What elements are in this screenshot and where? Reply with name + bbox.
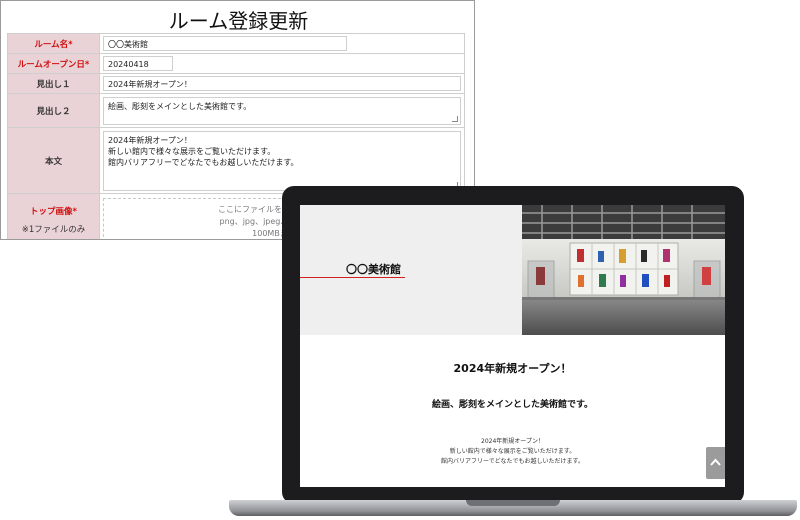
body-textarea[interactable]: 2024年新規オープン！ 新しい館内で様々な展示をご覧いただけます。 館内バリア… xyxy=(103,130,461,191)
hero-gallery-photo xyxy=(522,205,725,335)
heading1-label: 見出し１ xyxy=(7,73,100,94)
top-image-note: ※1ファイルのみ xyxy=(21,224,86,235)
form-title: ルーム登録更新 xyxy=(168,9,309,33)
form-row-open-date: ルームオープン日* 20240418 xyxy=(7,53,465,74)
form-row-heading2: 見出し２ 絵画、彫刻をメインとした美術館です。 xyxy=(7,93,465,128)
hero-title-panel: 〇〇美術館 xyxy=(300,205,522,335)
form-row-body: 本文 2024年新規オープン！ 新しい館内で様々な展示をご覧いただけます。 館内… xyxy=(7,127,465,194)
scroll-to-top-button[interactable] xyxy=(706,447,725,479)
laptop-notch xyxy=(466,500,560,506)
heading1-input[interactable]: 2024年新規オープン！ xyxy=(103,76,461,91)
gallery-interior-illustration xyxy=(522,205,725,335)
website-preview-screen: 〇〇美術館 2024年新規オープン！ 絵画、彫刻をメインとした美術館です。 20… xyxy=(300,205,725,487)
open-date-input[interactable]: 20240418 xyxy=(103,56,173,71)
site-name-underline xyxy=(300,277,405,278)
site-heading-1: 2024年新規オープン！ xyxy=(453,362,572,375)
body-label: 本文 xyxy=(7,127,100,194)
body-line-2: 新しい館内で様々な展示をご覧いただけます。 xyxy=(449,448,576,455)
room-name-label: ルーム名* xyxy=(7,33,100,54)
body-line-3: 館内バリアフリーでどなたでもお越しいただけます。 xyxy=(441,458,584,465)
heading2-label: 見出し２ xyxy=(7,93,100,128)
open-date-label: ルームオープン日* xyxy=(7,53,100,74)
top-image-label: トップ画像* ※1ファイルのみ xyxy=(7,193,100,239)
room-name-input[interactable]: 〇〇美術館 xyxy=(103,36,347,51)
heading2-textarea[interactable]: 絵画、彫刻をメインとした美術館です。 xyxy=(103,96,461,125)
top-image-label-text: トップ画像* xyxy=(30,206,77,217)
site-heading-2: 絵画、彫刻をメインとした美術館です。 xyxy=(431,400,594,410)
site-name: 〇〇美術館 xyxy=(346,263,401,276)
body-line-1: 2024年新規オープン！ xyxy=(481,438,544,445)
form-row-heading1: 見出し１ 2024年新規オープン！ xyxy=(7,73,465,94)
site-body-text: 2024年新規オープン！ 新しい館内で様々な展示をご覧いただけます。 館内バリア… xyxy=(300,437,725,467)
chevron-up-icon xyxy=(710,458,721,466)
form-row-room-name: ルーム名* 〇〇美術館 xyxy=(7,33,465,54)
